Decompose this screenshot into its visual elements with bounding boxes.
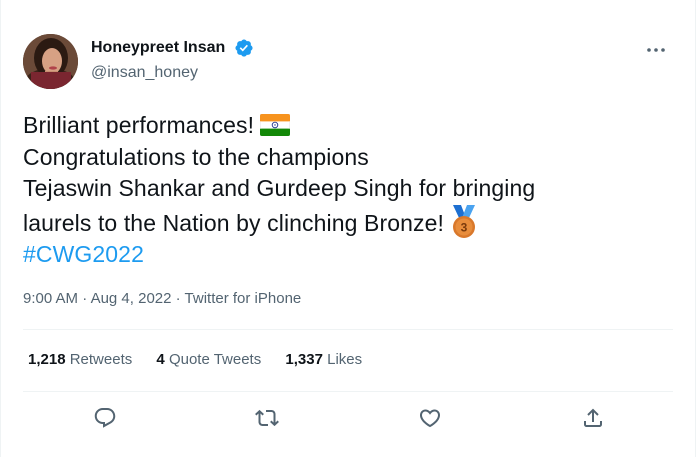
author-display-name[interactable]: Honeypreet Insan [91,39,225,57]
engagement-stats: 1,218 Retweets 4 Quote Tweets 1,337 Like… [28,351,382,368]
share-button[interactable] [579,404,607,432]
divider [23,329,673,330]
avatar-image [23,34,78,89]
meta-separator: · [175,290,181,307]
quote-tweets-stat[interactable]: 4 Quote Tweets [156,351,261,368]
tweet-actions [23,400,673,436]
reply-icon [94,408,116,428]
retweets-stat[interactable]: 1,218 Retweets [28,351,132,368]
reply-button[interactable] [91,404,119,432]
likes-stat[interactable]: 1,337 Likes [285,351,362,368]
author-handle[interactable]: @insan_honey [91,64,254,82]
divider [23,391,673,392]
share-icon [584,408,602,427]
tweet-source[interactable]: Twitter for iPhone [185,290,302,307]
third-place-medal-icon: 3 [453,204,475,238]
tweet-line-3: Tejaswin Shankar and Gurdeep Singh for b… [23,175,536,201]
likes-count: 1,337 [285,351,323,368]
tweet-text: Brilliant performances! Congratulations … [23,110,663,271]
tweet-card: Honeypreet Insan @insan_honey Brilliant … [0,0,696,457]
meta-separator: · [82,290,88,307]
more-icon[interactable] [643,42,669,58]
tweet-meta: 9:00 AM · Aug 4, 2022 · Twitter for iPho… [23,290,301,307]
retweet-button[interactable] [253,404,281,432]
tweet-time[interactable]: 9:00 AM [23,290,78,307]
avatar[interactable] [23,34,78,89]
retweets-label: Retweets [69,351,133,368]
tweet-date[interactable]: Aug 4, 2022 [91,290,172,307]
verified-badge-icon [235,39,253,57]
quote-tweets-label: Quote Tweets [168,351,262,368]
tweet-line-4: laurels to the Nation by clinching Bronz… [23,204,663,240]
retweets-count: 1,218 [28,351,66,368]
likes-label: Likes [327,351,363,368]
hashtag-link[interactable]: #CWG2022 [23,239,663,271]
tweet-header: Honeypreet Insan @insan_honey [21,34,675,90]
retweet-icon [255,409,279,427]
like-button[interactable] [416,404,444,432]
like-icon [419,409,441,428]
quote-tweets-count: 4 [156,351,165,368]
india-flag-icon [260,114,291,136]
medal-number: 3 [461,220,468,234]
tweet-line-2: Congratulations to the champions [23,143,369,170]
author-info: Honeypreet Insan @insan_honey [91,38,254,82]
tweet-line-1: Brilliant performances! [23,110,663,142]
